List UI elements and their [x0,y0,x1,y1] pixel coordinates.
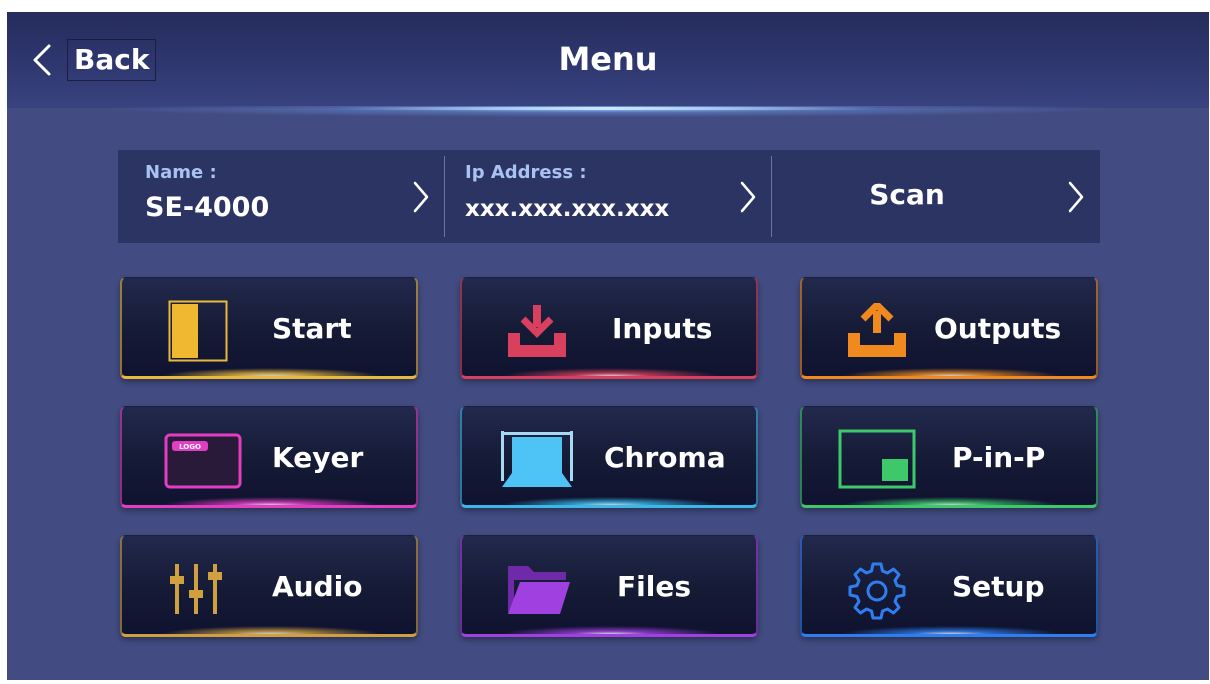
ip-address-field[interactable]: Ip Address : xxx.xxx.xxx.xxx [445,150,772,243]
name-value: SE-4000 [145,192,270,223]
start-icon [168,300,228,362]
audio-tile[interactable]: Audio [120,535,418,637]
tile-label: Start [272,312,352,345]
chevron-right-icon [413,181,429,213]
logo-text: LOGO [179,443,201,451]
tile-label: Setup [952,570,1045,603]
tile-label: Keyer [272,441,364,474]
tile-glow [162,368,380,376]
tile-label: Chroma [604,441,726,474]
tile-label: Audio [272,570,363,603]
page-title: Menu [558,40,658,78]
chevron-right-icon [740,181,756,213]
header-bar: Back Menu [7,12,1209,108]
start-tile[interactable]: Start [120,277,418,379]
tile-glow [842,626,1060,634]
chroma-tile[interactable]: Chroma [460,406,758,508]
chroma-icon [501,431,573,487]
tile-glow [502,497,720,505]
tile-label: Files [617,570,691,603]
scan-button[interactable]: Scan [772,150,1100,243]
audio-icon [170,564,222,614]
keyer-tile[interactable]: LOGO Keyer [120,406,418,508]
device-name-field[interactable]: Name : SE-4000 [118,150,445,243]
tile-glow [502,368,720,376]
name-label: Name : [145,162,217,183]
files-tile[interactable]: Files [460,535,758,637]
tile-glow [502,626,720,634]
pip-icon [838,429,916,489]
header-divider [337,107,877,110]
tile-label: Inputs [612,312,713,345]
setup-tile[interactable]: Setup [800,535,1098,637]
tile-label: Outputs [934,312,1062,345]
menu-screen: Back Menu Name : SE-4000 Ip Address : xx… [7,12,1209,680]
gear-icon [848,562,906,620]
folder-icon [508,566,570,614]
keyer-icon: LOGO [164,433,242,489]
device-info-bar: Name : SE-4000 Ip Address : xxx.xxx.xxx.… [118,150,1100,243]
outputs-tile[interactable]: Outputs [800,277,1098,379]
chevron-right-icon [1068,181,1084,213]
outputs-icon [848,303,906,357]
ip-label: Ip Address : [465,162,587,183]
inputs-tile[interactable]: Inputs [460,277,758,379]
tile-glow [162,626,380,634]
tile-label: P-in-P [952,441,1046,474]
ip-value: xxx.xxx.xxx.xxx [465,196,670,222]
inputs-icon [508,305,566,357]
scan-label: Scan [869,178,945,211]
tile-glow [842,368,1060,376]
tile-glow [842,497,1060,505]
pip-tile[interactable]: P-in-P [800,406,1098,508]
tile-glow [162,497,380,505]
